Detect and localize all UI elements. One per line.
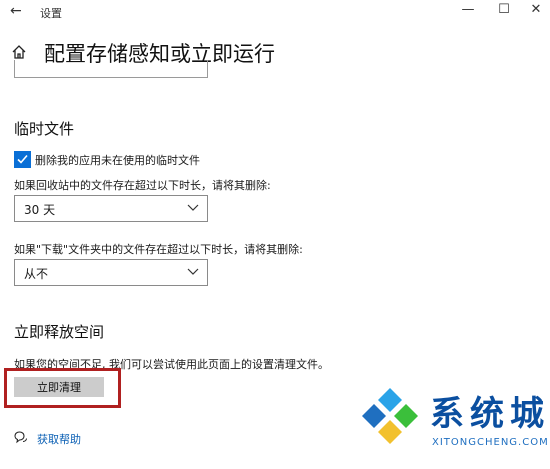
recycle-bin-dropdown-value: 30 天	[24, 203, 56, 217]
temp-files-heading: 临时文件	[14, 120, 75, 138]
back-arrow-icon[interactable]: ←	[10, 3, 22, 19]
free-space-heading: 立即释放空间	[14, 323, 105, 341]
delete-temp-files-label: 删除我的应用未在使用的临时文件	[35, 154, 200, 167]
highlight-box	[4, 368, 121, 408]
watermark-logo-icon	[362, 388, 418, 444]
maximize-button[interactable]: ☐	[494, 2, 514, 17]
recycle-bin-label: 如果回收站中的文件存在超过以下时长，请将其删除:	[14, 179, 271, 192]
chevron-down-icon	[187, 204, 199, 211]
downloads-dropdown-value: 从不	[24, 267, 49, 281]
window-title: 设置	[40, 7, 62, 20]
chevron-down-icon	[187, 268, 199, 275]
downloads-dropdown[interactable]: 从不	[14, 259, 208, 286]
downloads-label: 如果"下载"文件夹中的文件存在超过以下时长，请将其删除:	[14, 243, 303, 256]
delete-temp-files-checkbox[interactable]	[14, 151, 31, 168]
home-icon[interactable]	[11, 44, 27, 60]
watermark-text: 系统城	[430, 394, 550, 434]
recycle-bin-dropdown[interactable]: 30 天	[14, 195, 208, 222]
get-help-link[interactable]: 获取帮助	[37, 431, 81, 447]
close-button[interactable]: ✕	[526, 2, 546, 17]
previous-dropdown-clipped[interactable]	[14, 60, 208, 78]
checkmark-icon	[17, 154, 28, 164]
minimize-button[interactable]: —	[458, 2, 478, 17]
watermark-url: XITONGCHENG.COM	[432, 437, 549, 448]
chat-help-icon	[14, 431, 27, 444]
